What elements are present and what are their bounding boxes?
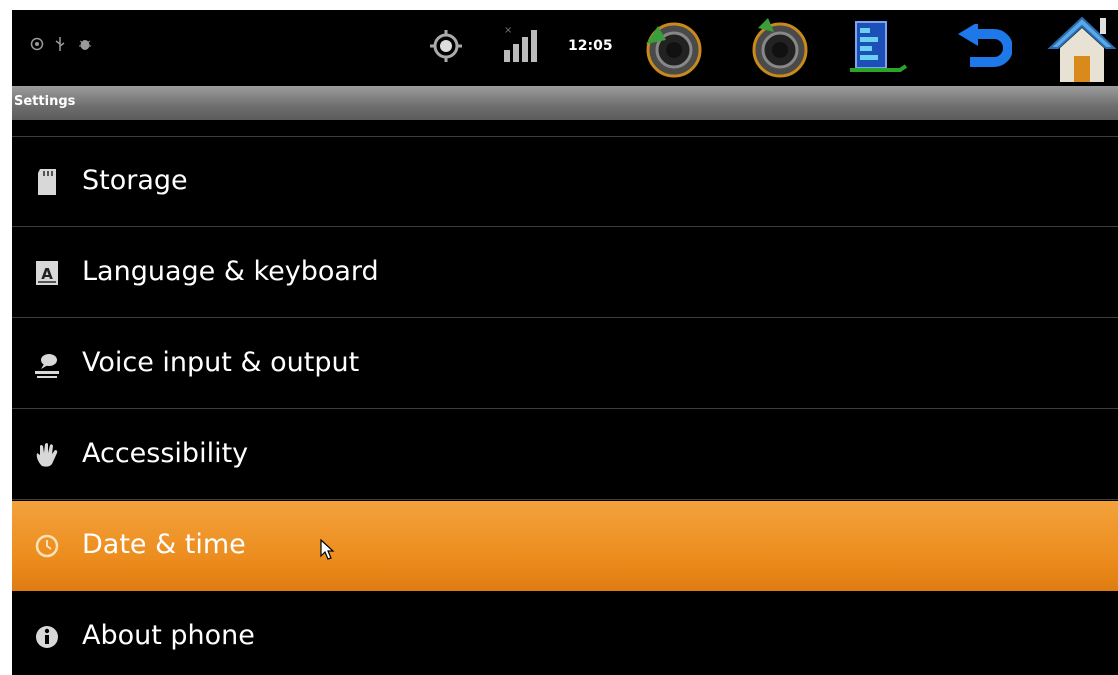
mouse-cursor-icon: [320, 539, 335, 560]
settings-item-label: Language & keyboard: [82, 256, 379, 287]
android-screen: × 12:05 Settings Storage A Language & ke…: [12, 10, 1118, 675]
volume-down-icon[interactable]: [638, 16, 706, 78]
voice-icon: [35, 354, 59, 378]
divider: [12, 408, 1118, 409]
page-title: Settings: [14, 94, 76, 109]
settings-item-language-keyboard[interactable]: A Language & keyboard: [12, 228, 1118, 318]
divider: [12, 226, 1118, 227]
title-bar: Settings: [12, 86, 1118, 120]
clock-icon: [35, 534, 59, 558]
menu-icon[interactable]: [848, 20, 908, 76]
settings-item-about-phone[interactable]: About phone: [12, 592, 1118, 675]
keyboard-icon: A: [36, 261, 58, 285]
svg-text:×: ×: [504, 25, 512, 36]
hand-icon: [36, 443, 58, 467]
settings-item-accessibility[interactable]: Accessibility: [12, 410, 1118, 500]
settings-item-voice[interactable]: Voice input & output: [12, 319, 1118, 409]
notification-icon: [30, 37, 44, 51]
settings-item-label: Voice input & output: [82, 347, 360, 378]
back-icon[interactable]: [954, 24, 1012, 74]
divider: [12, 317, 1118, 318]
settings-item-label: Accessibility: [82, 438, 249, 469]
info-icon: [36, 626, 58, 648]
status-bar: × 12:05: [12, 10, 1118, 86]
settings-item-label: Date & time: [82, 529, 246, 560]
usb-icon: [55, 37, 65, 51]
signal-icon: ×: [504, 25, 537, 62]
settings-item-date-time[interactable]: Date & time: [12, 501, 1118, 591]
debug-icon: [79, 40, 91, 50]
clock-time: 12:05: [568, 38, 613, 54]
sd-card-icon: [38, 169, 56, 195]
settings-item-storage[interactable]: Storage: [12, 137, 1118, 227]
svg-text:A: A: [41, 265, 53, 283]
divider: [12, 499, 1118, 500]
volume-up-icon[interactable]: [744, 16, 812, 78]
settings-item-label: Storage: [82, 165, 188, 196]
home-icon[interactable]: [1046, 14, 1118, 84]
gps-icon: [430, 30, 462, 62]
settings-item-label: About phone: [82, 620, 255, 651]
